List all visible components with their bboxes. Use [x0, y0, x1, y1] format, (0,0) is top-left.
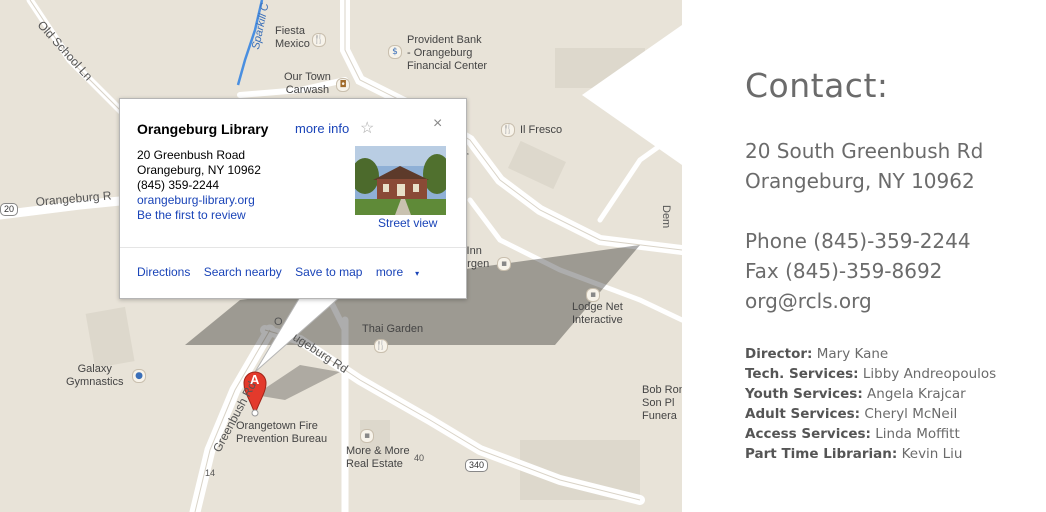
- restaurant-icon: 🍴: [312, 33, 326, 47]
- contact-numbers: Phone (845)-359-2244 Fax (845)-359-8692 …: [745, 226, 971, 316]
- carwash-icon: ◘: [336, 78, 350, 92]
- poi-label-lodgenet: Lodge Net Interactive: [572, 301, 623, 326]
- poi-label-firebureau: Orangetown Fire Prevention Bureau: [236, 420, 328, 445]
- road-label-dem: Dem: [660, 205, 672, 229]
- contact-panel: Contact: 20 South Greenbush Rd Orangebur…: [682, 0, 1046, 512]
- staff-name: Cheryl McNeil: [864, 406, 958, 422]
- staff-role: Youth Services:: [745, 386, 863, 402]
- fax-number: Fax (845)-359-8692: [745, 259, 943, 283]
- poi-label-ilfresco: Il Fresco: [520, 124, 563, 136]
- address-line1: 20 South Greenbush Rd: [745, 139, 984, 163]
- street-view-thumbnail[interactable]: [355, 146, 446, 215]
- street-view-link[interactable]: Street view: [378, 216, 437, 230]
- staff-role: Director:: [745, 346, 813, 362]
- contact-heading: Contact:: [745, 66, 889, 105]
- poi-label-carwash: Our Town Carwash: [284, 71, 331, 96]
- road-number-40: 40: [414, 453, 425, 463]
- poi-label-galaxy: Galaxy Gymnastics: [66, 363, 124, 388]
- staff-list: Director: Mary Kane Tech. Services: Libb…: [745, 344, 996, 464]
- website-link[interactable]: orangeburg-library.org: [137, 193, 261, 208]
- poi-label-fiesta: Fiesta Mexico: [275, 25, 310, 50]
- search-nearby-link[interactable]: Search nearby: [204, 265, 282, 279]
- phone-number: Phone (845)-359-2244: [745, 229, 971, 253]
- phone-number: (845) 359-2244: [137, 178, 220, 192]
- email-address[interactable]: org@rcls.org: [745, 286, 971, 316]
- route-shield-20: 20: [0, 203, 19, 216]
- panel-pointer: [582, 25, 682, 165]
- restaurant-icon: 🍴: [501, 123, 515, 137]
- staff-row: Tech. Services: Libby Andreopoulos: [745, 364, 996, 384]
- close-icon[interactable]: ×: [433, 115, 442, 133]
- more-info-link[interactable]: more info: [295, 121, 349, 136]
- staff-name: Angela Krajcar: [867, 386, 966, 402]
- poi-label-bobron: Bob Ron Son Pl Funera: [642, 384, 682, 422]
- poi-label-provident: Provident Bank - Orangeburg Financial Ce…: [407, 34, 488, 72]
- staff-name: Libby Andreopoulos: [862, 366, 997, 382]
- address-line2: Orangeburg, NY 10962: [137, 163, 261, 177]
- divider: [120, 247, 466, 248]
- gym-icon: ●: [132, 369, 146, 383]
- more-dropdown[interactable]: more ▾: [376, 265, 429, 279]
- review-link[interactable]: Be the first to review: [137, 208, 261, 223]
- staff-row: Part Time Librarian: Kevin Liu: [745, 444, 996, 464]
- staff-name: Mary Kane: [816, 346, 889, 362]
- staff-row: Access Services: Linda Moffitt: [745, 424, 996, 444]
- chevron-down-icon: ▾: [415, 269, 420, 278]
- more-label: more: [375, 265, 404, 279]
- staff-row: Director: Mary Kane: [745, 344, 996, 364]
- address-line1: 20 Greenbush Road: [137, 148, 246, 162]
- staff-role: Adult Services:: [745, 406, 861, 422]
- contact-address: 20 South Greenbush Rd Orangeburg, NY 109…: [745, 136, 983, 196]
- bank-icon: $: [388, 45, 402, 59]
- staff-name: Kevin Liu: [901, 446, 963, 462]
- road-label-o: O: [274, 316, 283, 328]
- business-icon: ▪: [360, 429, 374, 443]
- hotel-icon: ▪: [497, 257, 511, 271]
- staff-row: Adult Services: Cheryl McNeil: [745, 404, 996, 424]
- info-window: Orangeburg Library more info ☆ × 20 Gree…: [119, 98, 467, 299]
- staff-role: Tech. Services:: [745, 366, 859, 382]
- info-window-actions: Directions Search nearby Save to map mor…: [137, 265, 429, 279]
- restaurant-icon: 🍴: [374, 339, 388, 353]
- place-title: Orangeburg Library: [137, 121, 269, 137]
- place-details: 20 Greenbush Road Orangeburg, NY 10962 (…: [137, 148, 261, 223]
- staff-role: Part Time Librarian:: [745, 446, 898, 462]
- map-view[interactable]: Old School Ln Orangeburg R Sparkill C Gr…: [0, 0, 682, 512]
- road-number-14: 14: [205, 468, 216, 478]
- staff-row: Youth Services: Angela Krajcar: [745, 384, 996, 404]
- business-icon: ▪: [586, 288, 600, 302]
- directions-link[interactable]: Directions: [137, 265, 190, 279]
- save-to-map-link[interactable]: Save to map: [295, 265, 362, 279]
- route-shield-340: 340: [465, 459, 489, 472]
- star-icon[interactable]: ☆: [360, 118, 374, 138]
- poi-label-moremore: More & More Real Estate: [346, 445, 410, 470]
- staff-role: Access Services:: [745, 426, 871, 442]
- staff-name: Linda Moffitt: [875, 426, 960, 442]
- address-line2: Orangeburg, NY 10962: [745, 169, 975, 193]
- poi-label-thaigarden: Thai Garden: [362, 323, 424, 335]
- marker-letter: A: [250, 372, 260, 387]
